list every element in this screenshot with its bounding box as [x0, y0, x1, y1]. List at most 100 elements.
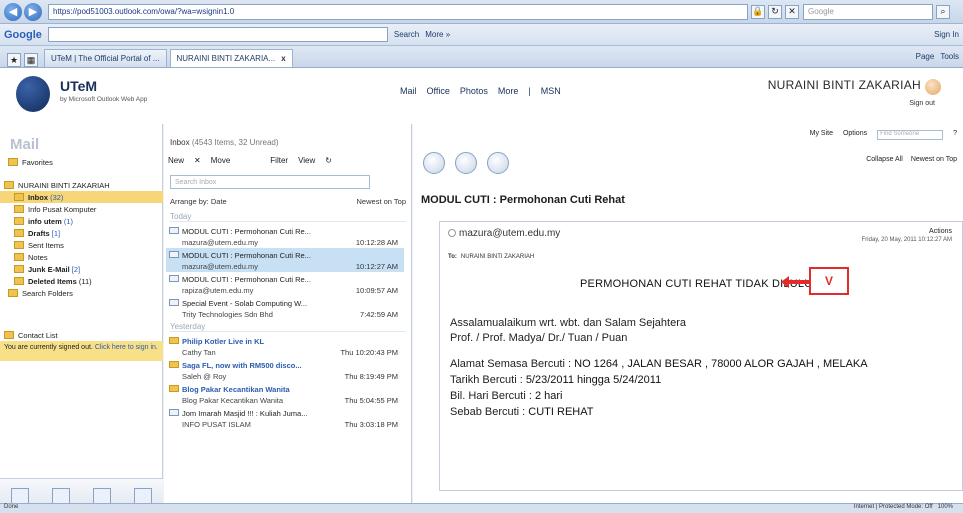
search-icon[interactable]: ⌕: [936, 4, 950, 19]
list-item[interactable]: MODUL CUTI : Permohonan Cuti Re... mazur…: [166, 248, 404, 272]
inbox-label: Inbox: [170, 138, 190, 147]
favorites-item[interactable]: Favorites: [0, 156, 163, 168]
list-item[interactable]: Special Event - Solab Computing W... Tri…: [166, 296, 404, 320]
nav-photos[interactable]: Photos: [460, 86, 488, 96]
list-item[interactable]: Philip Kotler Live in KL Cathy Tan Thu 1…: [166, 334, 404, 358]
address-label: Alamat Semasa Bercuti :: [450, 358, 572, 370]
list-item[interactable]: Blog Pakar Kecantikan Wanita Blog Pakar …: [166, 382, 404, 406]
message-subject: Philip Kotler Live in KL: [182, 337, 265, 346]
google-search-input[interactable]: [47, 27, 388, 42]
google-search-button[interactable]: Search: [394, 30, 419, 39]
sidebar-item-info-pusat[interactable]: Info Pusat Komputer: [0, 203, 163, 215]
reply-icon[interactable]: [423, 152, 445, 174]
nav-mail[interactable]: Mail: [400, 86, 417, 96]
folder-count: [1]: [51, 228, 61, 238]
sidebar-item-sent[interactable]: Sent Items: [0, 239, 163, 251]
tab-list-icon[interactable]: ▦: [24, 53, 38, 67]
folder-label: Search Folders: [22, 288, 73, 298]
list-item[interactable]: Jom Imarah Masjid !!! : Kuliah Juma... I…: [166, 406, 404, 430]
move-button[interactable]: Move: [211, 156, 231, 165]
zoom-level[interactable]: 100%: [938, 504, 953, 510]
sign-in-link[interactable]: Click here to sign in.: [95, 344, 158, 351]
tab-close-icon[interactable]: x: [281, 54, 285, 63]
new-button[interactable]: New: [168, 156, 184, 165]
folder-icon: [8, 289, 18, 297]
sidebar-item-junk[interactable]: Junk E-Mail [2]: [0, 263, 163, 275]
folder-label: Junk E-Mail: [28, 264, 70, 274]
favorites-star-icon[interactable]: ★: [7, 53, 21, 67]
user-name[interactable]: NURAINI BINTI ZAKARIAH: [768, 78, 921, 92]
filter-button[interactable]: Filter: [270, 156, 288, 165]
folder-count: (11): [78, 276, 92, 286]
contacts-icon: [4, 331, 14, 339]
google-logo: Google: [4, 28, 42, 41]
tools-menu[interactable]: Tools: [940, 52, 959, 61]
folder-label: Notes: [28, 252, 48, 262]
nav-office[interactable]: Office: [427, 86, 450, 96]
delete-icon[interactable]: ✕: [194, 156, 201, 165]
folder-icon: [14, 253, 24, 261]
tab-owa[interactable]: NURAINI BINTI ZAKARIA... x: [169, 49, 293, 67]
sort-order-button[interactable]: Newest on Top: [357, 197, 406, 206]
calendar-icon[interactable]: [52, 488, 71, 504]
greeting-line: Assalamualaikum wrt. wbt. dan Salam Seja…: [450, 317, 686, 329]
folder-label: Info Pusat Komputer: [28, 204, 97, 214]
tab-utem-portal[interactable]: UTeM | The Official Portal of ...: [44, 49, 167, 67]
list-item[interactable]: MODUL CUTI : Permohonan Cuti Re... mazur…: [166, 224, 404, 248]
google-toolbar: Google Search More » Sign In: [0, 24, 963, 46]
nav-more[interactable]: More: [498, 86, 519, 96]
sidebar-item-notes[interactable]: Notes: [0, 251, 163, 263]
forward-icon[interactable]: [487, 152, 509, 174]
browser-search-input[interactable]: Google: [803, 3, 933, 20]
sidebar-item-inbox[interactable]: Inbox (32): [0, 191, 163, 203]
days-line: Bil. Hari Bercuti : 2 hari: [450, 390, 563, 402]
signed-out-text: You are currently signed out.: [4, 344, 93, 351]
view-button[interactable]: View: [298, 156, 315, 165]
sign-out-link[interactable]: Sign out: [909, 100, 935, 107]
message-time: Thu 10:20:43 PM: [340, 348, 398, 357]
back-icon[interactable]: ◀: [4, 2, 22, 21]
page-menu[interactable]: Page: [916, 52, 935, 61]
help-icon[interactable]: ?: [953, 130, 957, 140]
arrange-by-button[interactable]: Arrange by: Date: [170, 197, 227, 206]
mail-icon[interactable]: [11, 488, 30, 504]
list-item[interactable]: MODUL CUTI : Permohonan Cuti Re... rapiz…: [166, 272, 404, 296]
salutation-line: Prof. / Prof. Madya/ Dr./ Tuan / Puan: [450, 332, 628, 344]
contact-list-item[interactable]: Contact List: [0, 329, 163, 341]
contacts-icon[interactable]: [92, 488, 111, 504]
refresh-icon[interactable]: ↻: [325, 156, 332, 165]
tasks-icon[interactable]: [133, 488, 152, 504]
google-more-button[interactable]: More »: [425, 30, 450, 39]
lock-icon[interactable]: 🔒: [751, 4, 765, 19]
tab-label: NURAINI BINTI ZAKARIA...: [176, 54, 276, 63]
find-someone-input[interactable]: Find Someone: [877, 130, 944, 140]
inbox-search-input[interactable]: Search Inbox: [170, 175, 370, 189]
mailbox-item[interactable]: NURAINI BINTI ZAKARIAH: [0, 179, 163, 191]
list-item[interactable]: Saga FL, now with RM500 disco... Saleh @…: [166, 358, 404, 382]
newest-on-top-link[interactable]: Newest on Top: [911, 156, 957, 163]
message-from[interactable]: mazura@utem.edu.my: [448, 228, 560, 239]
envelope-icon: [169, 385, 179, 392]
sidebar-item-search-folders[interactable]: Search Folders: [0, 287, 163, 299]
options-link[interactable]: Options: [843, 130, 867, 140]
refresh-icon[interactable]: ↻: [768, 4, 782, 19]
reply-all-icon[interactable]: [455, 152, 477, 174]
actions-menu[interactable]: Actions: [929, 228, 952, 235]
from-address: mazura@utem.edu.my: [459, 228, 561, 239]
forward-icon[interactable]: ▶: [24, 2, 42, 21]
reason-line: Sebab Bercuti : CUTI REHAT: [450, 406, 593, 418]
reading-pane: My Site Options Find Someone ? Collapse …: [413, 124, 963, 513]
sidebar-item-deleted[interactable]: Deleted Items (11): [0, 275, 163, 287]
sidebar-item-drafts[interactable]: Drafts [1]: [0, 227, 163, 239]
stop-icon[interactable]: ✕: [785, 4, 799, 19]
message-sender: Blog Pakar Kecantikan Wanita: [182, 396, 284, 405]
url-field[interactable]: https://pod51003.outlook.com/owa/?wa=wsi…: [48, 3, 748, 20]
collapse-all-link[interactable]: Collapse All: [866, 156, 903, 163]
message-title: MODUL CUTI : Permohonan Cuti Rehat: [421, 194, 625, 206]
google-signin-button[interactable]: Sign In: [934, 30, 959, 39]
avatar[interactable]: [925, 79, 941, 95]
nav-msn[interactable]: MSN: [541, 86, 561, 96]
my-site-link[interactable]: My Site: [810, 130, 833, 140]
sidebar-item-info-utem[interactable]: info utem (1): [0, 215, 163, 227]
reason-label: Sebab Bercuti :: [450, 406, 526, 418]
